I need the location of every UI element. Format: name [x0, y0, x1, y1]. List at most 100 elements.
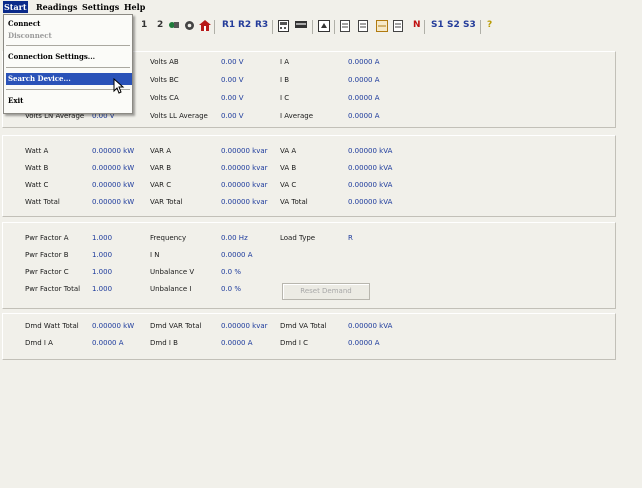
toolbar-button-r2[interactable]: R2: [238, 20, 251, 30]
load-type-label: Load Type: [280, 234, 316, 242]
watt-a-value: 0.00000 kW: [92, 147, 135, 155]
toolbar-button-s2[interactable]: S2: [447, 20, 460, 30]
dmd-va-total-value: 0.00000 kVA: [348, 322, 393, 330]
watt-total-value: 0.00000 kW: [92, 198, 135, 206]
volts-ca-value: 0.00 V: [221, 94, 244, 102]
volts-bc-label: Volts BC: [150, 76, 179, 84]
settings-gear-icon[interactable]: [184, 20, 195, 34]
va-a-value: 0.00000 kVA: [348, 147, 393, 155]
frequency-label: Frequency: [150, 234, 187, 242]
var-b-label: VAR B: [150, 164, 172, 172]
current-b-value: 0.0000 A: [348, 76, 380, 84]
dmd-var-total-value: 0.00000 kvar: [221, 322, 268, 330]
menu-help[interactable]: Help: [124, 2, 145, 12]
toolbar-button-r1[interactable]: R1: [222, 20, 235, 30]
watt-c-label: Watt C: [25, 181, 49, 189]
va-total-value: 0.00000 kVA: [348, 198, 393, 206]
toolbar-separator: [424, 20, 425, 34]
toolbar-button-s3[interactable]: S3: [463, 20, 476, 30]
toolbar-separator: [480, 20, 481, 34]
menu-item-connection-settings[interactable]: Connection Settings...: [6, 51, 132, 63]
current-average-label: I Average: [280, 112, 314, 120]
var-b-value: 0.00000 kvar: [221, 164, 268, 172]
toolbar-separator: [334, 20, 335, 34]
current-n-value: 0.0000 A: [221, 251, 253, 259]
volts-ll-average-label: Volts LL Average: [150, 112, 208, 120]
meter-icon[interactable]: [168, 20, 180, 34]
watt-b-label: Watt B: [25, 164, 49, 172]
menu-settings[interactable]: Settings: [82, 2, 119, 12]
pwr-factor-total-label: Pwr Factor Total: [25, 285, 81, 293]
current-c-label: I C: [280, 94, 290, 102]
volts-ab-value: 0.00 V: [221, 58, 244, 66]
home-icon[interactable]: [199, 20, 211, 34]
watt-a-label: Watt A: [25, 147, 49, 155]
menu-separator: [6, 45, 130, 46]
help-button[interactable]: ?: [487, 20, 492, 30]
menu-item-disconnect[interactable]: Disconnect: [6, 30, 132, 42]
toolbar-separator: [214, 20, 215, 34]
unbalance-i-value: 0.0 %: [221, 285, 242, 293]
var-a-value: 0.00000 kvar: [221, 147, 268, 155]
card-icon[interactable]: [295, 20, 307, 32]
dmd-va-total-label: Dmd VA Total: [280, 322, 327, 330]
current-a-label: I A: [280, 58, 290, 66]
volts-ab-label: Volts AB: [150, 58, 179, 66]
volts-ll-average-value: 0.00 V: [221, 112, 244, 120]
watt-c-value: 0.00000 kW: [92, 181, 135, 189]
dmd-ia-value: 0.0000 A: [92, 339, 124, 347]
menu-start[interactable]: Start: [3, 1, 28, 13]
toolbar-button-n[interactable]: N: [413, 20, 421, 30]
volts-bc-value: 0.00 V: [221, 76, 244, 84]
current-b-label: I B: [280, 76, 290, 84]
toolbar-separator: [312, 20, 313, 34]
va-c-value: 0.00000 kVA: [348, 181, 393, 189]
dmd-watt-total-value: 0.00000 kW: [92, 322, 135, 330]
unbalance-v-label: Unbalance V: [150, 268, 195, 276]
pwr-factor-a-label: Pwr Factor A: [25, 234, 69, 242]
demand-panel: [2, 313, 616, 360]
watt-total-label: Watt Total: [25, 198, 60, 206]
calculator-icon[interactable]: [278, 20, 289, 35]
log-b1-icon[interactable]: [340, 20, 352, 35]
var-total-value: 0.00000 kvar: [221, 198, 268, 206]
frequency-value: 0.00 Hz: [221, 234, 248, 242]
export-icon[interactable]: [318, 20, 330, 35]
va-c-label: VA C: [280, 181, 297, 189]
va-total-label: VA Total: [280, 198, 308, 206]
watt-b-value: 0.00000 kW: [92, 164, 135, 172]
toolbar-button-r3[interactable]: R3: [255, 20, 268, 30]
var-total-label: VAR Total: [150, 198, 183, 206]
event-log-icon[interactable]: [376, 20, 388, 35]
va-a-label: VA A: [280, 147, 297, 155]
pwr-factor-total-value: 1.000: [92, 285, 113, 293]
log-bn-icon[interactable]: [393, 20, 405, 35]
dmd-ib-label: Dmd I B: [150, 339, 178, 347]
volts-ca-label: Volts CA: [150, 94, 179, 102]
pwr-factor-c-value: 1.000: [92, 268, 113, 276]
start-menu-dropdown: Connect Disconnect Connection Settings..…: [3, 14, 133, 114]
dmd-ic-label: Dmd I C: [280, 339, 309, 347]
menu-separator: [6, 67, 130, 68]
toolbar-separator: [272, 20, 273, 34]
var-a-label: VAR A: [150, 147, 172, 155]
dmd-ia-label: Dmd I A: [25, 339, 53, 347]
current-a-value: 0.0000 A: [348, 58, 380, 66]
pwr-factor-c-label: Pwr Factor C: [25, 268, 69, 276]
dmd-ib-value: 0.0000 A: [221, 339, 253, 347]
var-c-value: 0.00000 kvar: [221, 181, 268, 189]
menu-separator: [6, 89, 130, 90]
load-type-value: R: [348, 234, 353, 242]
reset-demand-button[interactable]: Reset Demand: [282, 283, 370, 300]
menu-item-connect[interactable]: Connect: [6, 18, 132, 30]
mouse-pointer-icon: [113, 78, 125, 94]
var-c-label: VAR C: [150, 181, 172, 189]
va-b-value: 0.00000 kVA: [348, 164, 393, 172]
menu-item-exit[interactable]: Exit: [6, 95, 132, 107]
menu-readings[interactable]: Readings: [36, 2, 77, 12]
toolbar-button-1[interactable]: 1: [141, 20, 147, 30]
toolbar-button-s1[interactable]: S1: [431, 20, 444, 30]
pwr-factor-b-value: 1.000: [92, 251, 113, 259]
toolbar-button-2[interactable]: 2: [157, 20, 163, 30]
log-b2-icon[interactable]: [358, 20, 370, 35]
